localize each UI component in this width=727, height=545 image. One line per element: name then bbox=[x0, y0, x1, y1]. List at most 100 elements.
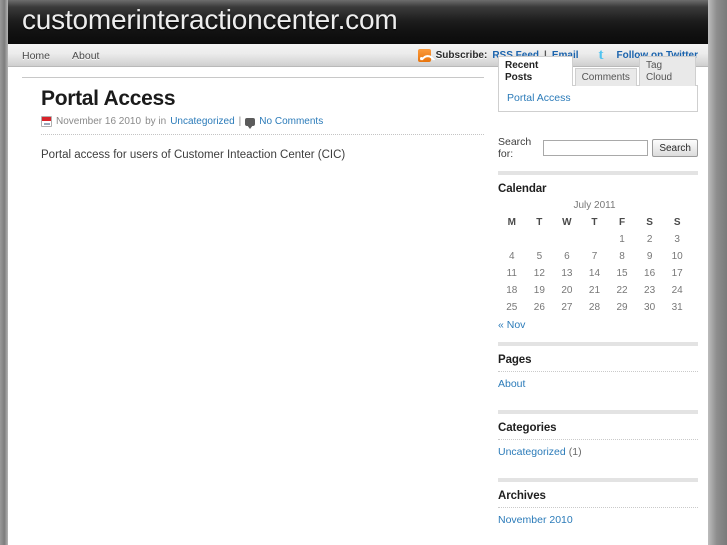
search-form: Search for: Search bbox=[498, 136, 698, 160]
page-root: customerinteractioncenter.com Home About… bbox=[0, 0, 727, 545]
post-byline: by in bbox=[145, 116, 167, 127]
categories-item-uncategorized[interactable]: Uncategorized bbox=[498, 446, 566, 458]
tab-recent-posts[interactable]: Recent Posts bbox=[498, 56, 573, 86]
comment-bubble-icon bbox=[245, 117, 256, 129]
calendar-weekday: M bbox=[507, 217, 516, 228]
page-columns: Portal Access November 16 2010 by in Unc… bbox=[8, 56, 708, 545]
calendar-day bbox=[526, 231, 554, 248]
divider-categories bbox=[498, 410, 698, 414]
calendar-day: 13 bbox=[561, 268, 573, 279]
tab-comments[interactable]: Comments bbox=[574, 68, 637, 86]
page-wrapper: customerinteractioncenter.com Home About… bbox=[8, 0, 708, 545]
nav-item-home[interactable]: Home bbox=[22, 50, 50, 62]
calendar-day: 18 bbox=[506, 285, 518, 296]
page-left-gutter bbox=[0, 0, 8, 545]
calendar-day: 20 bbox=[561, 285, 573, 296]
calendar-weekday: S bbox=[673, 217, 681, 228]
calendar-day: 28 bbox=[588, 302, 601, 313]
page-right-gutter bbox=[708, 0, 727, 545]
calendar-weekday: S bbox=[646, 217, 653, 228]
calendar-day: 3 bbox=[674, 234, 680, 245]
calendar-weekday: T bbox=[536, 217, 543, 228]
calendar-caption: July 2011 bbox=[573, 200, 616, 211]
main-navigation-bar: Home About Subscribe: RSS Feed | Email t… bbox=[8, 44, 708, 67]
calendar-day: 4 bbox=[509, 251, 515, 262]
calendar-day: 17 bbox=[671, 268, 683, 279]
categories-item-count: (1) bbox=[568, 446, 582, 458]
calendar-icon bbox=[41, 116, 52, 127]
calendar-day bbox=[498, 231, 526, 248]
post-meta-separator: | bbox=[238, 116, 242, 127]
search-button[interactable]: Search bbox=[652, 139, 698, 157]
calendar-day: 14 bbox=[588, 268, 601, 279]
pages-heading: Pages bbox=[498, 354, 532, 366]
calendar-weekday: F bbox=[618, 217, 626, 228]
calendar-prev-month-link[interactable]: « Nov bbox=[498, 319, 525, 331]
pages-rule bbox=[498, 371, 698, 372]
calendar-nav: « Nov bbox=[498, 319, 698, 331]
calendar-weekday: T bbox=[591, 217, 598, 228]
archives-item-november-2010[interactable]: November 2010 bbox=[498, 514, 573, 526]
calendar-day: 7 bbox=[591, 251, 598, 262]
calendar-weekday: W bbox=[562, 217, 572, 228]
calendar-week-row: 1 2 3 bbox=[498, 231, 691, 248]
subscribe-label: Subscribe: bbox=[435, 50, 488, 61]
calendar-week-row: 11 12 13 14 15 16 17 bbox=[498, 265, 691, 282]
calendar-day: 6 bbox=[564, 251, 570, 262]
calendar-day: 11 bbox=[506, 268, 517, 279]
divider-archives bbox=[498, 478, 698, 482]
pages-item-about[interactable]: About bbox=[498, 378, 525, 390]
calendar-day: 9 bbox=[646, 251, 653, 262]
tab-tag-cloud[interactable]: Tag Cloud bbox=[638, 56, 696, 86]
calendar-week-row: 4 5 6 7 8 9 10 bbox=[498, 248, 691, 265]
post-body: Portal access for users of Customer Inte… bbox=[41, 149, 346, 161]
calendar-heading: Calendar bbox=[498, 183, 547, 195]
nav-item-about[interactable]: About bbox=[72, 50, 99, 62]
calendar-day: 30 bbox=[644, 302, 656, 313]
calendar-day: 31 bbox=[671, 302, 683, 313]
sidebar-tabs: Recent Posts Comments Tag Cloud bbox=[498, 56, 698, 86]
calendar-day: 27 bbox=[561, 302, 573, 313]
archives-rule bbox=[498, 507, 698, 508]
divider-calendar bbox=[498, 171, 698, 175]
nav-links: Home About bbox=[22, 44, 99, 67]
tab-panel-recent-posts: Portal Access bbox=[498, 85, 698, 112]
calendar-day: 21 bbox=[588, 285, 601, 296]
calendar-day: 10 bbox=[671, 251, 683, 262]
rss-icon bbox=[417, 49, 431, 62]
recent-post-link[interactable]: Portal Access bbox=[507, 92, 571, 104]
calendar-day: 26 bbox=[533, 302, 545, 313]
post-comments-link[interactable]: No Comments bbox=[259, 116, 323, 127]
calendar-weekday-row: M T W T F S S bbox=[498, 214, 691, 231]
search-label: Search for: bbox=[498, 136, 532, 160]
site-title: customerinteractioncenter.com bbox=[22, 4, 398, 35]
calendar-day bbox=[553, 231, 581, 248]
categories-item: Uncategorized (1) bbox=[498, 446, 698, 458]
calendar-day: 29 bbox=[616, 302, 628, 313]
categories-rule bbox=[498, 439, 698, 440]
page-title: Portal Access bbox=[41, 87, 176, 110]
calendar-day: 19 bbox=[533, 285, 545, 296]
calendar-table: July 2011 M T W T F S S 1 2 3 4 5 6 7 8 … bbox=[498, 200, 691, 316]
post-meta-divider bbox=[41, 134, 484, 135]
calendar-day: 5 bbox=[536, 251, 543, 262]
post-date: November 16 2010 bbox=[56, 116, 142, 127]
main-content: Portal Access November 16 2010 by in Unc… bbox=[22, 67, 484, 164]
archives-heading: Archives bbox=[498, 490, 546, 502]
search-input[interactable] bbox=[543, 140, 649, 156]
site-masthead: customerinteractioncenter.com bbox=[8, 0, 708, 44]
calendar-day: 15 bbox=[616, 268, 628, 279]
calendar-day: 2 bbox=[646, 234, 653, 245]
calendar-day: 16 bbox=[644, 268, 656, 279]
calendar-day bbox=[581, 231, 609, 248]
calendar-day: 24 bbox=[671, 285, 683, 296]
calendar-day: 22 bbox=[616, 285, 628, 296]
calendar-week-row: 18 19 20 21 22 23 24 bbox=[498, 282, 691, 299]
post-category-link[interactable]: Uncategorized bbox=[170, 116, 234, 127]
twitter-icon: t bbox=[598, 47, 604, 63]
divider-pages bbox=[498, 342, 698, 346]
calendar-day: 25 bbox=[506, 302, 518, 313]
sidebar: Recent Posts Comments Tag Cloud Portal A… bbox=[498, 56, 698, 545]
calendar-day: 12 bbox=[533, 268, 545, 279]
calendar-week-row: 25 26 27 28 29 30 31 bbox=[498, 299, 691, 316]
